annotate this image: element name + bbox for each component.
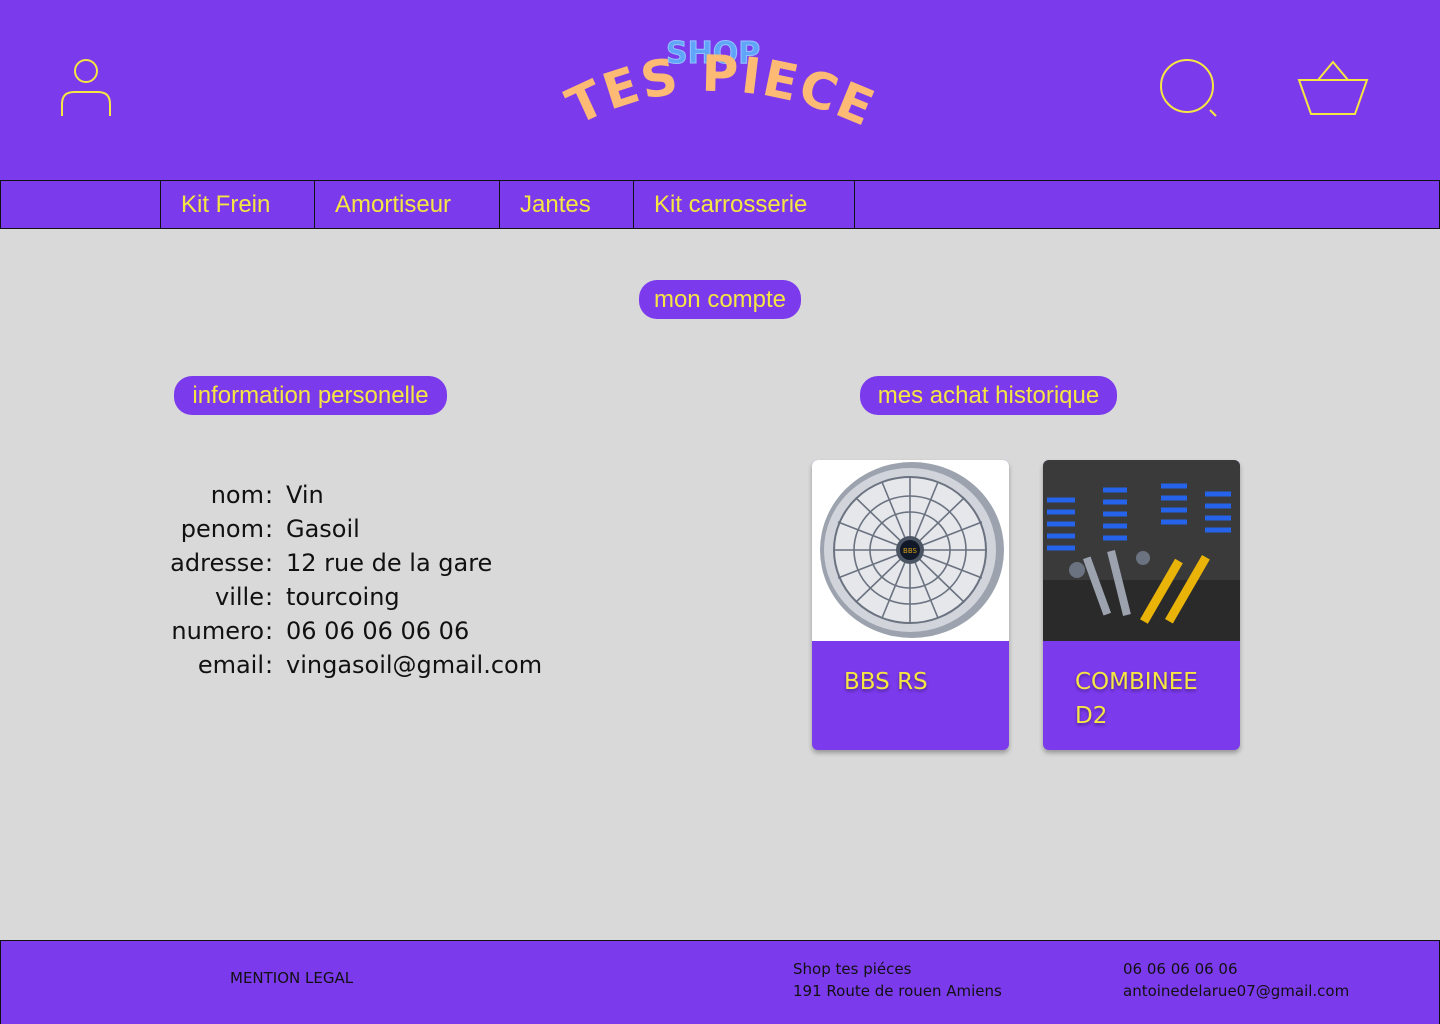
personal-info-list: nom : Vin penom : Gasoil adresse : 12 ru… xyxy=(140,478,542,682)
field-label: numero xyxy=(171,617,264,645)
field-value: 06 06 06 06 06 xyxy=(286,617,470,645)
footer: MENTION LEGAL Shop tes piéces 191 Route … xyxy=(0,940,1440,1024)
svg-text:TES PIECE: TES PIECE xyxy=(558,45,884,138)
product-name: BBS RS xyxy=(844,669,928,695)
info-row-email: email : vingasoil@gmail.com xyxy=(140,648,542,682)
nav-item-kit-carrosserie[interactable]: Kit carrosserie xyxy=(633,181,855,228)
cart-icon[interactable] xyxy=(1296,60,1370,118)
nav-item-kit-frein[interactable]: Kit Frein xyxy=(160,181,315,228)
personal-info-heading: information personelle xyxy=(174,376,447,415)
field-separator: : xyxy=(264,515,274,543)
page-title: mon compte xyxy=(639,280,801,319)
product-card-bbs-rs[interactable]: BBS BBS RS xyxy=(812,460,1009,750)
field-value: vingasoil@gmail.com xyxy=(286,651,543,679)
purchase-history-heading: mes achat historique xyxy=(860,376,1117,415)
user-icon[interactable] xyxy=(58,58,114,118)
info-row-adresse: adresse : 12 rue de la gare xyxy=(140,546,542,580)
field-value: 12 rue de la gare xyxy=(286,549,493,577)
shop-logo: SHOP TES PIECE xyxy=(558,36,884,139)
header: SHOP TES PIECE xyxy=(0,0,1440,180)
field-label: ville xyxy=(215,583,264,611)
field-value: Gasoil xyxy=(286,515,360,543)
info-row-ville: ville : tourcoing xyxy=(140,580,542,614)
field-value: Vin xyxy=(286,481,324,509)
search-icon[interactable] xyxy=(1156,58,1222,120)
footer-shop-name: Shop tes piéces xyxy=(793,960,912,978)
field-separator: : xyxy=(264,549,274,577)
product-name: COMBINEE D2 xyxy=(1075,669,1198,729)
product-card-combinee-d2[interactable]: COMBINEE D2 xyxy=(1043,460,1240,750)
svg-text:BBS: BBS xyxy=(903,547,917,555)
info-row-penom: penom : Gasoil xyxy=(140,512,542,546)
field-separator: : xyxy=(264,583,274,611)
footer-phone: 06 06 06 06 06 xyxy=(1123,960,1238,978)
field-separator: : xyxy=(264,617,274,645)
logo-main-text: TES PIECE xyxy=(558,45,882,138)
wheel-rim-image: BBS xyxy=(812,460,1009,641)
field-label: adresse xyxy=(170,549,264,577)
nav-item-jantes[interactable]: Jantes xyxy=(499,181,634,228)
field-separator: : xyxy=(264,481,274,509)
footer-email[interactable]: antoinedelarue07@gmail.com xyxy=(1123,980,1349,1002)
coilover-kit-image xyxy=(1043,460,1240,641)
field-label: penom xyxy=(180,515,264,543)
field-value: tourcoing xyxy=(286,583,400,611)
field-separator: : xyxy=(264,651,274,679)
field-label: nom xyxy=(210,481,264,509)
legal-link[interactable]: MENTION LEGAL xyxy=(230,967,353,989)
nav-item-amortiseur[interactable]: Amortiseur xyxy=(314,181,500,228)
info-row-nom: nom : Vin xyxy=(140,478,542,512)
category-nav: Kit Frein Amortiseur Jantes Kit carrosse… xyxy=(0,180,1440,229)
field-label: email xyxy=(197,651,264,679)
info-row-numero: numero : 06 06 06 06 06 xyxy=(140,614,542,648)
footer-shop-address: 191 Route de rouen Amiens xyxy=(793,982,1002,1000)
